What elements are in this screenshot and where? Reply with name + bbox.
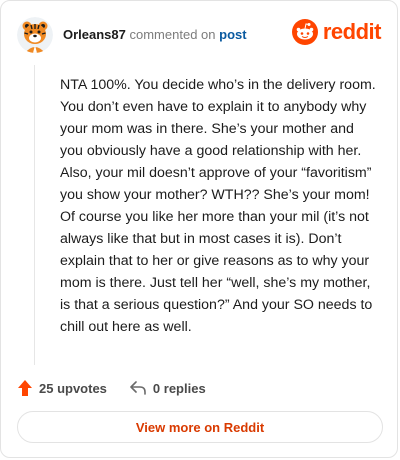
comment-body: NTA 100%. You decide who’s in the delive… [60, 77, 376, 335]
upvote-button[interactable]: 25 upvotes [17, 379, 107, 397]
action-text: commented on [129, 27, 216, 42]
post-link[interactable]: post [219, 27, 246, 42]
reddit-brand-link[interactable]: reddit [291, 19, 382, 45]
reply-count: 0 replies [152, 380, 206, 396]
username-link[interactable]: Orleans87 [63, 27, 126, 42]
reddit-wordmark: reddit [322, 19, 382, 44]
reply-arrow-icon [130, 381, 146, 395]
view-more-button[interactable]: View more on Reddit [17, 411, 383, 443]
tiger-avatar-icon [17, 17, 53, 53]
comment-actions: 25 upvotes 0 replies [17, 377, 228, 399]
comment-meta: Orleans87 commented on post [63, 27, 247, 43]
reddit-snoo-logo-icon [291, 19, 318, 45]
upvote-count: 25 upvotes [39, 380, 107, 396]
upvote-arrow-icon [18, 380, 32, 396]
reply-button[interactable]: 0 replies [129, 380, 206, 396]
user-avatar[interactable] [17, 17, 53, 53]
thread-line [34, 65, 35, 365]
comment-header: Orleans87 commented on post reddit [17, 15, 382, 55]
comment-embed-card: Orleans87 commented on post reddit NTA 1… [0, 0, 398, 458]
